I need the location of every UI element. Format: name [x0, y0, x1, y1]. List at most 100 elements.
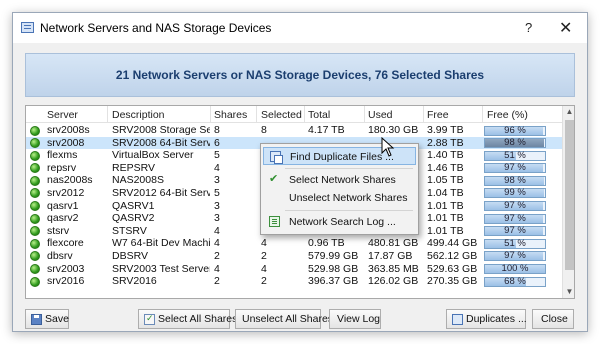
table-row[interactable]: srv2016 SRV2016 2 2 396.37 GB 126.02 GB 270.35… — [26, 275, 562, 288]
free-percent-bar: 97 % — [484, 200, 546, 212]
menu-item-search-log[interactable]: Network Search Log ... — [263, 213, 416, 231]
column-header-description[interactable]: Description — [112, 109, 165, 121]
free-percent-label: 98 % — [504, 137, 526, 149]
status-ok-icon — [30, 163, 40, 174]
duplicates-button[interactable]: Duplicates ... — [446, 309, 527, 329]
cell-free: 562.12 GB — [427, 249, 478, 262]
cell-used: 17.87 GB — [368, 249, 413, 262]
free-percent-label: 97 % — [504, 200, 526, 212]
cell-desc: NAS2008S — [112, 174, 164, 187]
cell-shares: 5 — [214, 149, 220, 162]
cell-server: repsrv — [47, 161, 77, 174]
cell-free: 2.88 TB — [427, 136, 464, 149]
column-header-used[interactable]: Used — [368, 109, 393, 121]
free-percent-label: 97 % — [504, 162, 526, 174]
free-percent-label: 68 % — [504, 275, 526, 287]
cell-desc: SRV2016 — [112, 275, 157, 288]
title-bar: Network Servers and NAS Storage Devices … — [13, 13, 587, 43]
free-percent-bar: 98 % — [484, 137, 546, 149]
unselect-all-shares-button[interactable]: Unselect All Shares — [235, 309, 333, 329]
cell-total: 4.17 TB — [308, 124, 345, 136]
cell-selected: 8 — [261, 124, 267, 136]
free-percent-bar: 97 % — [484, 213, 546, 224]
cell-free: 1.01 TB — [427, 199, 464, 212]
column-header-free[interactable]: Free — [427, 109, 449, 121]
select-all-shares-button[interactable]: Select All Shares — [138, 309, 237, 329]
cell-free: 1.01 TB — [427, 224, 464, 237]
table-row[interactable]: srv2008s SRV2008 Storage Server 8 8 4.17 TB 1… — [26, 124, 562, 137]
scroll-down-icon[interactable]: ▼ — [563, 286, 574, 298]
status-ok-icon — [30, 213, 40, 224]
cell-server: srv2003 — [47, 262, 85, 275]
cell-server: qasrv2 — [47, 212, 79, 225]
cell-selected: 4 — [261, 262, 267, 275]
free-percent-bar: 68 % — [484, 275, 546, 287]
free-percent-label: 96 % — [504, 124, 526, 136]
cell-total: 579.99 GB — [308, 249, 359, 262]
menu-item-label: Unselect Network Shares — [289, 192, 408, 204]
menu-item-label: Find Duplicate Files ... — [290, 151, 394, 163]
status-ok-icon — [30, 138, 40, 149]
free-percent-bar: 51 % — [484, 150, 546, 161]
free-percent-bar: 98 % — [484, 175, 546, 186]
mouse-cursor-icon — [381, 136, 395, 157]
save-button[interactable]: Save — [25, 309, 69, 329]
cell-server: srv2012 — [47, 186, 85, 199]
vertical-scrollbar[interactable]: ▲ ▼ — [562, 106, 574, 298]
table-row[interactable]: srv2003 SRV2003 Test Server 4 4 529.98 GB 363… — [26, 263, 562, 276]
cell-shares: 4 — [214, 161, 220, 174]
cell-shares: 3 — [214, 199, 220, 212]
column-header-free-pct[interactable]: Free (%) — [487, 109, 528, 121]
view-log-button[interactable]: View Log — [329, 309, 381, 329]
table-row[interactable]: flexcore W7 64-Bit Dev Machine 4 4 0.96 TB 48… — [26, 237, 562, 250]
select-all-label: Select All Shares — [158, 313, 238, 325]
cell-server: flexcore — [47, 237, 84, 250]
column-header-total[interactable]: Total — [308, 109, 330, 121]
select-all-icon — [144, 313, 155, 325]
cell-shares: 2 — [214, 249, 220, 262]
help-button[interactable]: ? — [525, 20, 532, 35]
cell-server: stsrv — [47, 224, 70, 237]
close-window-button[interactable]: ✕ — [559, 18, 572, 38]
close-button[interactable]: Close — [532, 309, 574, 329]
status-ok-icon — [30, 188, 40, 199]
cell-shares: 2 — [214, 275, 220, 288]
cell-shares: 4 — [214, 224, 220, 237]
cell-desc: VirtualBox Server — [112, 149, 194, 162]
free-percent-bar: 97 % — [484, 226, 546, 237]
cell-used: 480.81 GB — [368, 237, 419, 250]
menu-item-select-shares[interactable]: ✔ Select Network Shares — [263, 171, 416, 189]
free-percent-bar: 97 % — [484, 162, 546, 174]
status-ok-icon — [30, 226, 40, 237]
status-ok-icon — [30, 276, 40, 287]
cell-free: 270.35 GB — [427, 275, 478, 288]
cell-selected: 2 — [261, 275, 267, 288]
cell-desc: SRV2008 64-Bit Server — [112, 136, 210, 149]
cell-server: qasrv1 — [47, 199, 79, 212]
cell-server: dbsrv — [47, 249, 73, 262]
status-ok-icon — [30, 150, 40, 161]
column-header-selected[interactable]: Selected — [261, 109, 302, 121]
close-label: Close — [541, 313, 568, 325]
summary-text: 21 Network Servers or NAS Storage Device… — [115, 68, 485, 82]
status-ok-icon — [30, 238, 40, 249]
status-ok-icon — [30, 251, 40, 262]
cell-desc: SRV2012 64-Bit Server — [112, 186, 210, 199]
duplicates-icon — [452, 314, 463, 325]
app-icon — [21, 22, 34, 33]
table-row[interactable]: dbsrv DBSRV 2 2 579.99 GB 17.87 GB 562.12 GB 97… — [26, 250, 562, 263]
scrollbar-thumb[interactable] — [565, 120, 574, 270]
cell-shares: 5 — [214, 186, 220, 199]
cell-server: flexms — [47, 149, 78, 162]
cell-free: 1.04 TB — [427, 186, 464, 199]
column-header-shares[interactable]: Shares — [214, 109, 247, 121]
scroll-up-icon[interactable]: ▲ — [563, 106, 574, 118]
cell-total: 0.96 TB — [308, 237, 345, 250]
list-header: Server Description Shares Selected Total… — [26, 106, 562, 123]
cell-desc: QASRV1 — [112, 199, 155, 212]
free-percent-bar: 51 % — [484, 238, 546, 249]
menu-item-unselect-shares[interactable]: Unselect Network Shares — [263, 189, 416, 207]
cell-desc: SRV2003 Test Server — [112, 262, 210, 275]
column-header-server[interactable]: Server — [47, 109, 78, 121]
menu-separator — [285, 210, 413, 211]
